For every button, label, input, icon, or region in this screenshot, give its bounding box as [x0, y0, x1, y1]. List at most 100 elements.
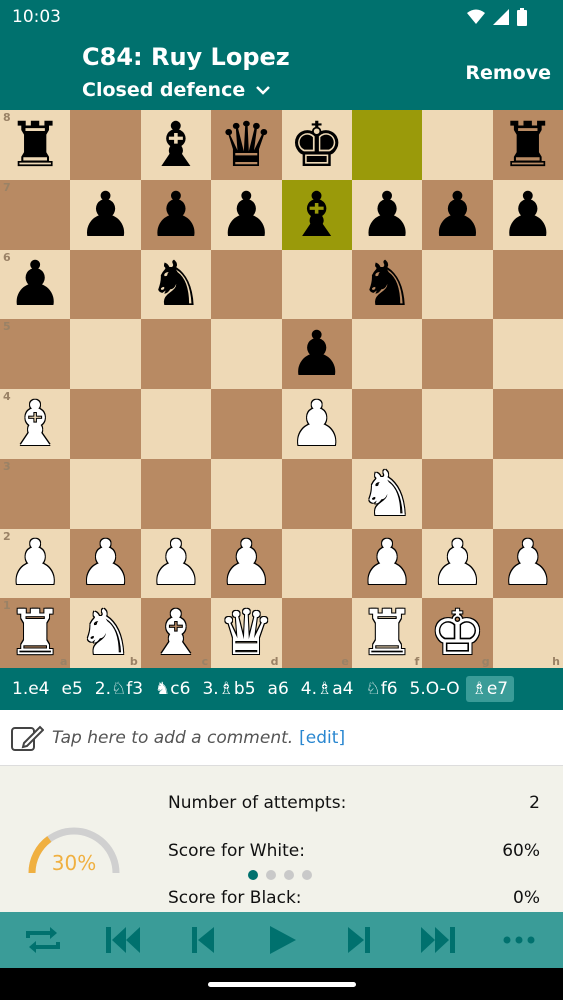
move-item[interactable]: 3.♗b5	[196, 676, 261, 702]
white-pawn-piece[interactable]: ♟	[7, 532, 63, 594]
square-h3[interactable]	[492, 458, 563, 529]
white-pawn-piece[interactable]: ♟	[500, 532, 556, 594]
square-h6[interactable]	[492, 249, 563, 320]
white-pawn-piece[interactable]: ♟	[219, 532, 275, 594]
white-pawn-piece[interactable]: ♟	[148, 532, 204, 594]
square-e8[interactable]: ♚	[281, 110, 352, 180]
square-f6[interactable]: ♞	[351, 249, 423, 320]
square-c4[interactable]	[140, 389, 212, 459]
move-item[interactable]: 1.e4	[6, 676, 56, 702]
square-e5[interactable]: ♟	[281, 319, 352, 389]
move-item[interactable]: e5	[56, 676, 89, 702]
square-g2[interactable]: ♟	[422, 528, 493, 599]
square-f2[interactable]: ♟	[351, 528, 423, 599]
white-rook-piece[interactable]: ♜	[7, 602, 63, 664]
black-bishop-piece[interactable]: ♝	[148, 113, 204, 176]
black-pawn-piece[interactable]: ♟	[289, 323, 345, 385]
square-f1[interactable]: ♜ f	[351, 598, 423, 668]
move-item[interactable]: ♞c6	[149, 676, 196, 702]
square-c7[interactable]: ♟	[140, 179, 212, 250]
square-g5[interactable]	[422, 319, 493, 389]
more-options-button[interactable]	[500, 924, 538, 956]
square-c6[interactable]: ♞	[140, 249, 212, 320]
white-pawn-piece[interactable]: ♟	[430, 532, 486, 594]
black-pawn-piece[interactable]: ♟	[500, 183, 556, 246]
black-pawn-piece[interactable]: ♟	[148, 183, 204, 246]
square-d8[interactable]: ♛	[211, 110, 282, 180]
chess-board[interactable]: ♜ 8 ♝ ♛ ♚ ♜ 7 ♟ ♟ ♟ ♝ ♟ ♟ ♟ ♟ 6 ♞ ♞ 5 ♟ ♝ 4 ♟ 3 ♞ ♟ 2 ♟ ♟ ♟ ♟ ♟ ♟ ♜ 1 a ♞ b ♝ c…	[0, 110, 563, 668]
square-c5[interactable]	[140, 319, 212, 389]
square-d3[interactable]	[211, 458, 282, 529]
white-pawn-piece[interactable]: ♟	[289, 392, 345, 455]
square-d5[interactable]	[211, 319, 282, 389]
square-g3[interactable]	[422, 458, 493, 529]
square-a5[interactable]: 5	[0, 319, 71, 389]
square-b2[interactable]: ♟	[70, 528, 141, 599]
black-pawn-piece[interactable]: ♟	[219, 183, 275, 246]
edit-comment-link[interactable]: [edit]	[299, 728, 345, 748]
move-item[interactable]: 2.♘f3	[89, 676, 149, 702]
black-pawn-piece[interactable]: ♟	[78, 183, 134, 246]
square-h4[interactable]	[492, 389, 563, 459]
move-item[interactable]: 4.♗a4	[295, 676, 360, 702]
black-knight-piece[interactable]: ♞	[359, 253, 415, 315]
square-e6[interactable]	[281, 249, 352, 320]
black-pawn-piece[interactable]: ♟	[430, 183, 486, 246]
page-dot[interactable]	[302, 870, 312, 880]
black-pawn-piece[interactable]: ♟	[359, 183, 415, 246]
square-h1[interactable]: h	[492, 598, 563, 668]
square-g1[interactable]: ♚ g	[422, 598, 493, 668]
white-knight-piece[interactable]: ♞	[359, 462, 415, 525]
square-d2[interactable]: ♟	[211, 528, 282, 599]
next-move-button[interactable]	[340, 924, 378, 956]
black-pawn-piece[interactable]: ♟	[7, 253, 63, 315]
square-e1[interactable]: e	[281, 598, 352, 668]
move-item[interactable]: ♘f6	[359, 676, 403, 702]
comment-row[interactable]: Tap here to add a comment. [edit]	[0, 710, 563, 766]
first-move-button[interactable]	[104, 924, 142, 956]
square-d1[interactable]: ♛ d	[211, 598, 282, 668]
white-knight-piece[interactable]: ♞	[78, 602, 134, 664]
play-button[interactable]	[262, 924, 300, 956]
square-c2[interactable]: ♟	[140, 528, 212, 599]
black-queen-piece[interactable]: ♛	[219, 113, 275, 176]
square-b4[interactable]	[70, 389, 141, 459]
square-a8[interactable]: ♜ 8	[0, 110, 71, 180]
move-item[interactable]: 5.O-O	[404, 676, 466, 702]
white-king-piece[interactable]: ♚	[430, 602, 486, 664]
black-knight-piece[interactable]: ♞	[148, 253, 204, 315]
square-a3[interactable]: 3	[0, 458, 71, 529]
square-f3[interactable]: ♞	[351, 458, 423, 529]
square-b6[interactable]	[70, 249, 141, 320]
square-d4[interactable]	[211, 389, 282, 459]
black-bishop-piece[interactable]: ♝	[289, 183, 345, 246]
remove-button[interactable]: Remove	[465, 62, 551, 84]
square-a2[interactable]: ♟ 2	[0, 528, 71, 599]
square-a4[interactable]: ♝ 4	[0, 389, 71, 459]
square-e3[interactable]	[281, 458, 352, 529]
black-king-piece[interactable]: ♚	[289, 113, 345, 176]
square-e2[interactable]	[281, 528, 352, 599]
square-a1[interactable]: ♜ 1 a	[0, 598, 71, 668]
square-h8[interactable]: ♜	[492, 110, 563, 180]
page-dot[interactable]	[284, 870, 294, 880]
white-pawn-piece[interactable]: ♟	[359, 532, 415, 594]
square-b3[interactable]	[70, 458, 141, 529]
square-g8[interactable]	[422, 110, 493, 180]
square-c8[interactable]: ♝	[140, 110, 212, 180]
square-f5[interactable]	[351, 319, 423, 389]
square-f7[interactable]: ♟	[351, 179, 423, 250]
square-f8[interactable]	[351, 110, 423, 180]
square-b7[interactable]: ♟	[70, 179, 141, 250]
square-b5[interactable]	[70, 319, 141, 389]
home-gesture-handle[interactable]	[208, 982, 356, 987]
white-queen-piece[interactable]: ♛	[219, 602, 275, 664]
square-c3[interactable]	[140, 458, 212, 529]
square-e7[interactable]: ♝	[281, 179, 352, 250]
square-b1[interactable]: ♞ b	[70, 598, 141, 668]
move-item[interactable]: a6	[262, 676, 295, 702]
square-g4[interactable]	[422, 389, 493, 459]
stats-panel[interactable]: 30% Number of attempts: 2 Score for Whit…	[0, 766, 563, 912]
square-a7[interactable]: 7	[0, 179, 71, 250]
square-a6[interactable]: ♟ 6	[0, 249, 71, 320]
